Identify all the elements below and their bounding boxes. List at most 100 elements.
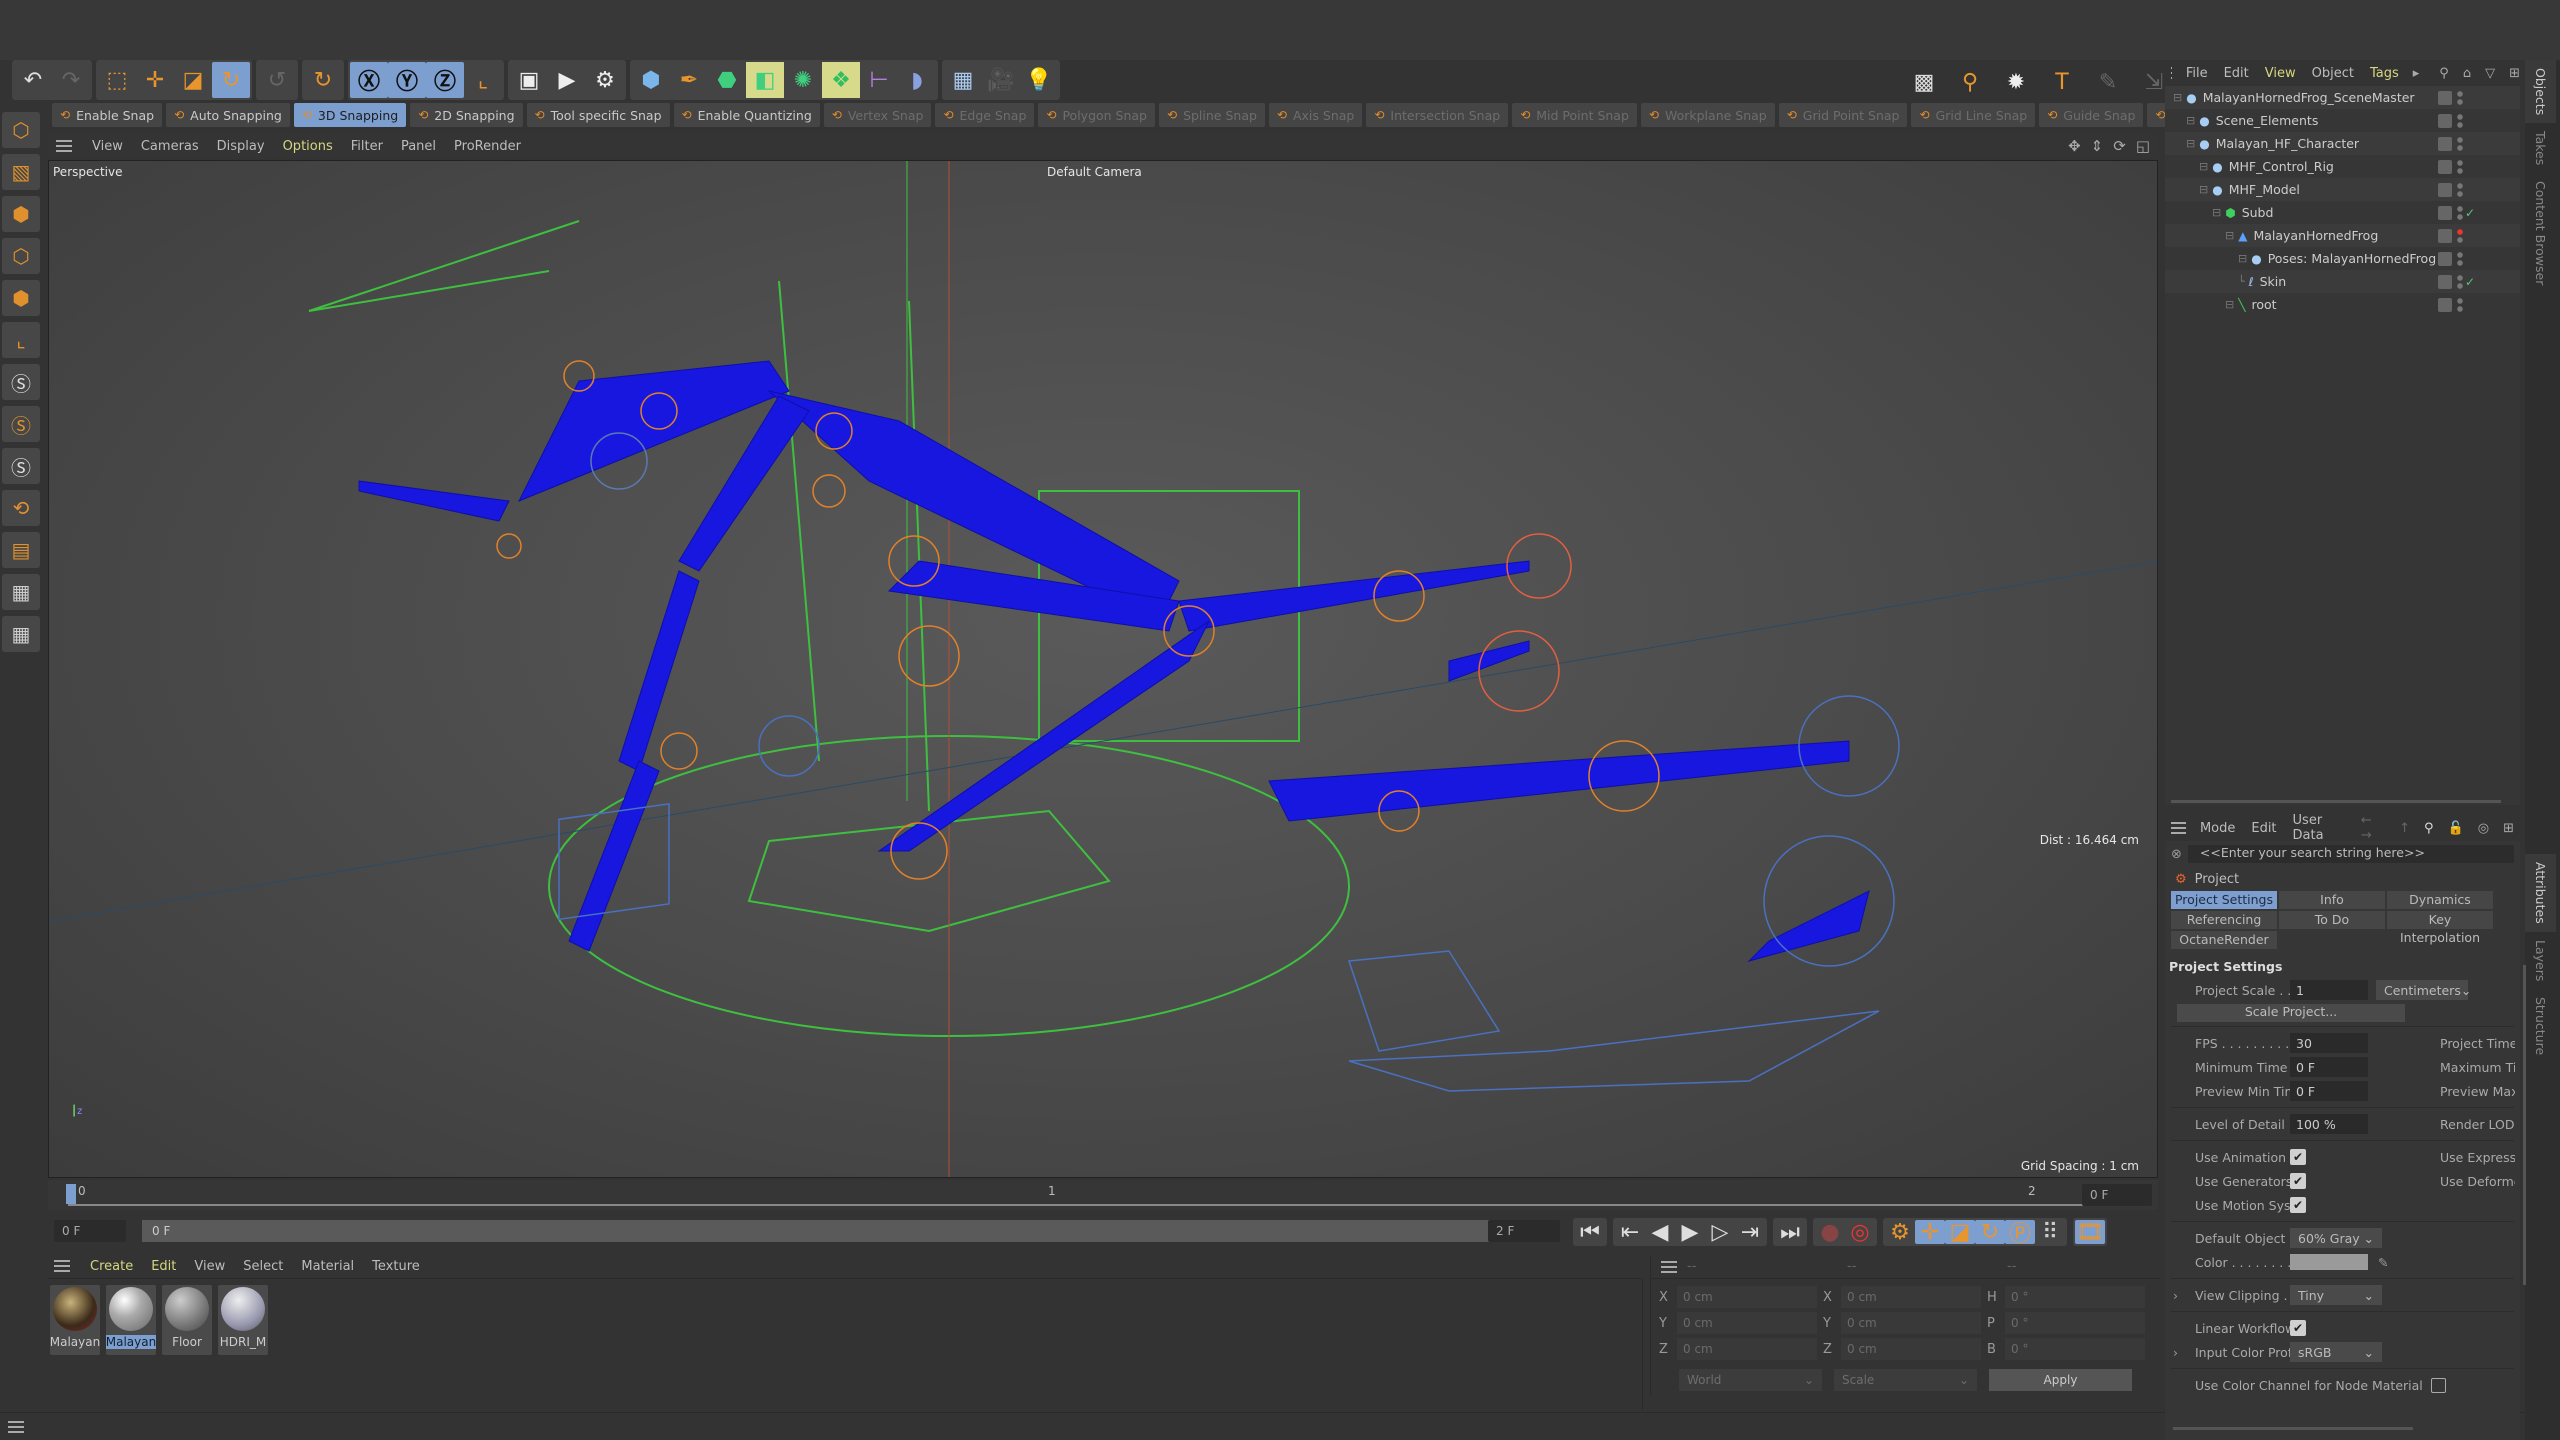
field-icon[interactable]: ◗ [898, 62, 936, 98]
up-icon[interactable]: ↑ [2399, 821, 2410, 836]
rotate-view-icon[interactable]: ⟳ [2113, 137, 2126, 155]
y-axis-icon[interactable]: Ⓨ [388, 62, 426, 98]
edges-mode-icon[interactable]: ⬡ [2, 238, 40, 274]
pan-view-icon[interactable]: ✥ [2068, 137, 2081, 155]
more-arrow-icon[interactable]: ▸ [2413, 66, 2420, 81]
project-scale-field[interactable]: 1 [2290, 980, 2368, 1000]
horizontal-scrollbar[interactable] [2171, 800, 2501, 803]
visibility-dots[interactable] [2457, 274, 2463, 289]
keyframe-selection-icon[interactable]: ⚙ [1885, 1220, 1915, 1245]
preview-min-time-field[interactable]: 0 F [2290, 1081, 2368, 1101]
material-thumbnail[interactable]: Malayan [50, 1285, 100, 1355]
coordinate-field[interactable]: 0 cm [1677, 1312, 1817, 1334]
layer-toggle[interactable] [2438, 251, 2452, 266]
search-icon[interactable]: ⚲ [2424, 821, 2434, 836]
coordinate-field[interactable]: 0 cm [1677, 1338, 1817, 1360]
snap-grid-line-snap[interactable]: ⟲ Grid Line Snap [1911, 103, 2036, 127]
visibility-dots[interactable] [2457, 90, 2463, 105]
use-motion-system-checkbox[interactable]: ✔ [2290, 1197, 2306, 1213]
tab-layers[interactable]: Layers [2525, 932, 2556, 989]
visibility-dots[interactable] [2457, 251, 2463, 266]
menu-icon[interactable] [8, 1421, 24, 1433]
rotate-icon[interactable]: ↻ [212, 62, 250, 98]
menu-cameras[interactable]: Cameras [141, 139, 199, 154]
key-rotation-icon[interactable]: ↻ [1975, 1220, 2005, 1245]
render-view-icon[interactable]: ▣ [510, 62, 548, 98]
menu-icon[interactable] [56, 140, 72, 152]
use-animation-checkbox[interactable]: ✔ [2290, 1149, 2306, 1165]
coordinate-field[interactable]: 0 cm [1841, 1338, 1981, 1360]
coordinate-space-dropdown[interactable]: World ⌄ [1679, 1369, 1822, 1391]
key-parameter-icon[interactable]: Ⓟ [2005, 1220, 2035, 1247]
layer-toggle[interactable] [2438, 90, 2452, 105]
coordinate-field[interactable]: 0 cm [1841, 1312, 1981, 1334]
snap-grid-point-snap[interactable]: ⟲ Grid Point Snap [1778, 103, 1908, 127]
texture-mode-icon[interactable]: ▧ [2, 154, 40, 190]
visibility-dots[interactable] [2457, 182, 2463, 197]
menu-edit[interactable]: Edit [2224, 66, 2249, 81]
expand-toggle-icon[interactable]: └ [2238, 275, 2245, 288]
menu-create[interactable]: Create [90, 1259, 133, 1274]
menu-icon[interactable] [2171, 67, 2172, 79]
snap-2d-snapping[interactable]: ⟲ 2D Snapping [410, 103, 523, 127]
tab-octanerender[interactable]: OctaneRender [2171, 931, 2277, 949]
lock-workplane-icon[interactable]: ▦ [2, 616, 40, 652]
menu-view[interactable]: View [194, 1259, 225, 1274]
coordinate-field[interactable]: 0 ° [2005, 1286, 2145, 1308]
camera-icon[interactable]: 🎥 [982, 62, 1020, 98]
snap-3d-snapping[interactable]: ⟲ 3D Snapping [293, 103, 407, 127]
light-icon[interactable]: 💡 [1020, 62, 1058, 98]
sculpt-icon[interactable]: ⚲ [1951, 64, 1989, 100]
snap-tool-specific-snap[interactable]: ⟲ Tool specific Snap [526, 103, 670, 127]
clear-search-icon[interactable]: ⊗ [2171, 847, 2182, 862]
visibility-dots[interactable] [2457, 113, 2463, 128]
lock-icon[interactable]: 🔓 [2448, 821, 2464, 836]
expand-toggle-icon[interactable]: ⊟ [2173, 91, 2182, 104]
expand-toggle-icon[interactable]: ⊟ [2199, 160, 2208, 173]
recent-tools-icon[interactable]: ↺ [258, 62, 296, 98]
render-settings-icon[interactable]: ⚙ [586, 62, 624, 98]
scale-project-button[interactable]: Scale Project... [2177, 1004, 2405, 1022]
snap-axis-snap[interactable]: ⟲ Axis Snap [1268, 103, 1363, 127]
layer-toggle[interactable] [2438, 182, 2452, 197]
timeline-icon[interactable]: 🎞 [2075, 1220, 2105, 1245]
go-to-start-icon[interactable]: ⏮ [1575, 1220, 1605, 1245]
coordinate-field[interactable]: 0 ° [2005, 1338, 2145, 1360]
expand-toggle-icon[interactable]: ⊟ [2212, 206, 2221, 219]
snap-guide-snap[interactable]: ⟲ Guide Snap [2039, 103, 2144, 127]
go-to-end-icon[interactable]: ⏭ [1775, 1220, 1805, 1245]
points-mode-icon[interactable]: ⬢ [2, 196, 40, 232]
menu-file[interactable]: File [2186, 66, 2208, 81]
menu-select[interactable]: Select [243, 1259, 283, 1274]
menu-prorender[interactable]: ProRender [454, 139, 521, 154]
material-thumbnail[interactable]: HDRI_M [218, 1285, 268, 1355]
extrude-icon[interactable]: ◧ [746, 62, 784, 98]
menu-view[interactable]: View [92, 139, 123, 154]
layer-toggle[interactable] [2438, 159, 2452, 174]
object-row[interactable]: └ ℓ Skin ✓ [2165, 270, 2520, 293]
start-frame-field[interactable]: 0 F [54, 1220, 126, 1242]
redo-icon[interactable]: ↷ [52, 62, 90, 98]
text-icon[interactable]: T [2043, 64, 2081, 100]
layer-toggle[interactable] [2438, 205, 2452, 220]
key-scale-icon[interactable]: ◪ [1945, 1220, 1975, 1245]
coordinate-system-icon[interactable]: ⌞ [464, 62, 502, 98]
home-icon[interactable]: ⌂ [2463, 66, 2471, 81]
live-selection-icon[interactable]: ⬚ [98, 62, 136, 98]
menu-texture[interactable]: Texture [372, 1259, 420, 1274]
playhead[interactable] [66, 1184, 76, 1204]
object-row[interactable]: ⊟ ● MHF_Model [2165, 178, 2520, 201]
minimum-time-field[interactable]: 0 F [2290, 1057, 2368, 1077]
new-window-icon[interactable]: ⊞ [2509, 66, 2520, 81]
object-row[interactable]: ⊟ ● Scene_Elements [2165, 109, 2520, 132]
key-position-icon[interactable]: ✛ [1915, 1220, 1945, 1245]
snap-icon[interactable]: ⟲ [2, 490, 40, 526]
attribute-search-input[interactable]: <<Enter your search string here>> [2187, 845, 2514, 863]
snap-edge-snap[interactable]: ⟲ Edge Snap [935, 103, 1035, 127]
visibility-dots[interactable] [2457, 159, 2463, 174]
object-row[interactable]: ⊟ ● Malayan_HF_Character [2165, 132, 2520, 155]
search-icon[interactable]: ⚲ [2439, 66, 2449, 81]
object-row[interactable]: ⊟ ⬢ Subd ✓ [2165, 201, 2520, 224]
menu-panel[interactable]: Panel [401, 139, 436, 154]
object-row[interactable]: ⊟ ● MHF_Control_Rig [2165, 155, 2520, 178]
